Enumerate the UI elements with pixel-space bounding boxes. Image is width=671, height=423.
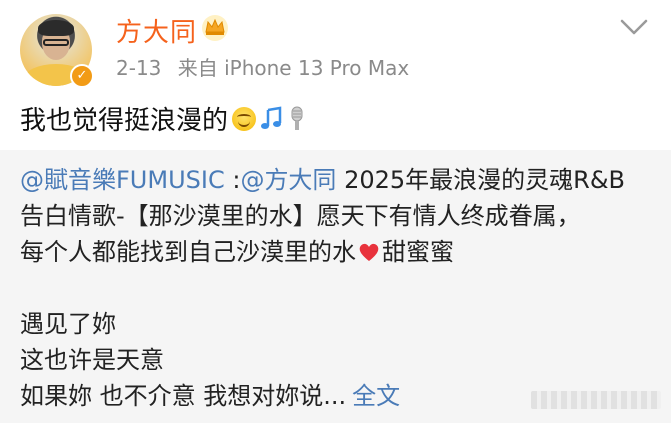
repost-line3a: 每个人都能找到自己沙漠里的水 (20, 238, 356, 266)
weibo-post: ✓ 方大同 2-13 来自 iPhone 13 Pro Max 我也觉得挺浪漫的 (0, 0, 671, 423)
post-date: 2-13 (116, 56, 162, 80)
repost-line2: 告白情歌-【那沙漠里的水】愿天下有情人终成眷属， (20, 202, 581, 230)
music-note-icon (261, 106, 282, 129)
post-body: 我也觉得挺浪漫的 (20, 106, 229, 136)
avatar[interactable]: ✓ (20, 14, 94, 88)
username[interactable]: 方大同 (116, 12, 197, 49)
repost-line1: 2025年最浪漫的灵魂R&B (336, 166, 625, 194)
repost-poem: 遇见了妳 这也许是天意 如果妳 也不介意 我想对妳说... 全文 (20, 306, 400, 414)
verified-badge-icon: ✓ (70, 64, 94, 88)
microphone-icon (291, 106, 303, 130)
heart-icon (359, 243, 379, 261)
mention-separator: : (224, 166, 241, 194)
mention-fangdatong[interactable]: @方大同 (240, 166, 336, 194)
repost-text: @賦音樂FUMUSIC :@方大同 2025年最浪漫的灵魂R&B 告白情歌-【那… (20, 162, 660, 270)
poem-line1: 遇见了妳 (20, 310, 116, 338)
poem-line2: 这也许是天意 (20, 346, 164, 374)
crown-icon (202, 15, 228, 41)
full-text-link[interactable]: 全文 (352, 382, 400, 410)
repost-line3b: 甜蜜蜜 (382, 238, 454, 266)
watermark (531, 391, 661, 409)
post-source: 来自 iPhone 13 Pro Max (177, 56, 410, 80)
smile-emoji-icon (232, 106, 257, 131)
repost-box[interactable]: @賦音樂FUMUSIC :@方大同 2025年最浪漫的灵魂R&B 告白情歌-【那… (0, 150, 671, 423)
mention-fumusic[interactable]: @賦音樂FUMUSIC (20, 166, 225, 194)
post-text: 我也觉得挺浪漫的 (20, 100, 306, 137)
post-meta: 2-13 来自 iPhone 13 Pro Max (116, 52, 409, 81)
poem-line3: 如果妳 也不介意 我想对妳说... (20, 382, 347, 410)
chevron-down-icon[interactable] (619, 18, 649, 36)
